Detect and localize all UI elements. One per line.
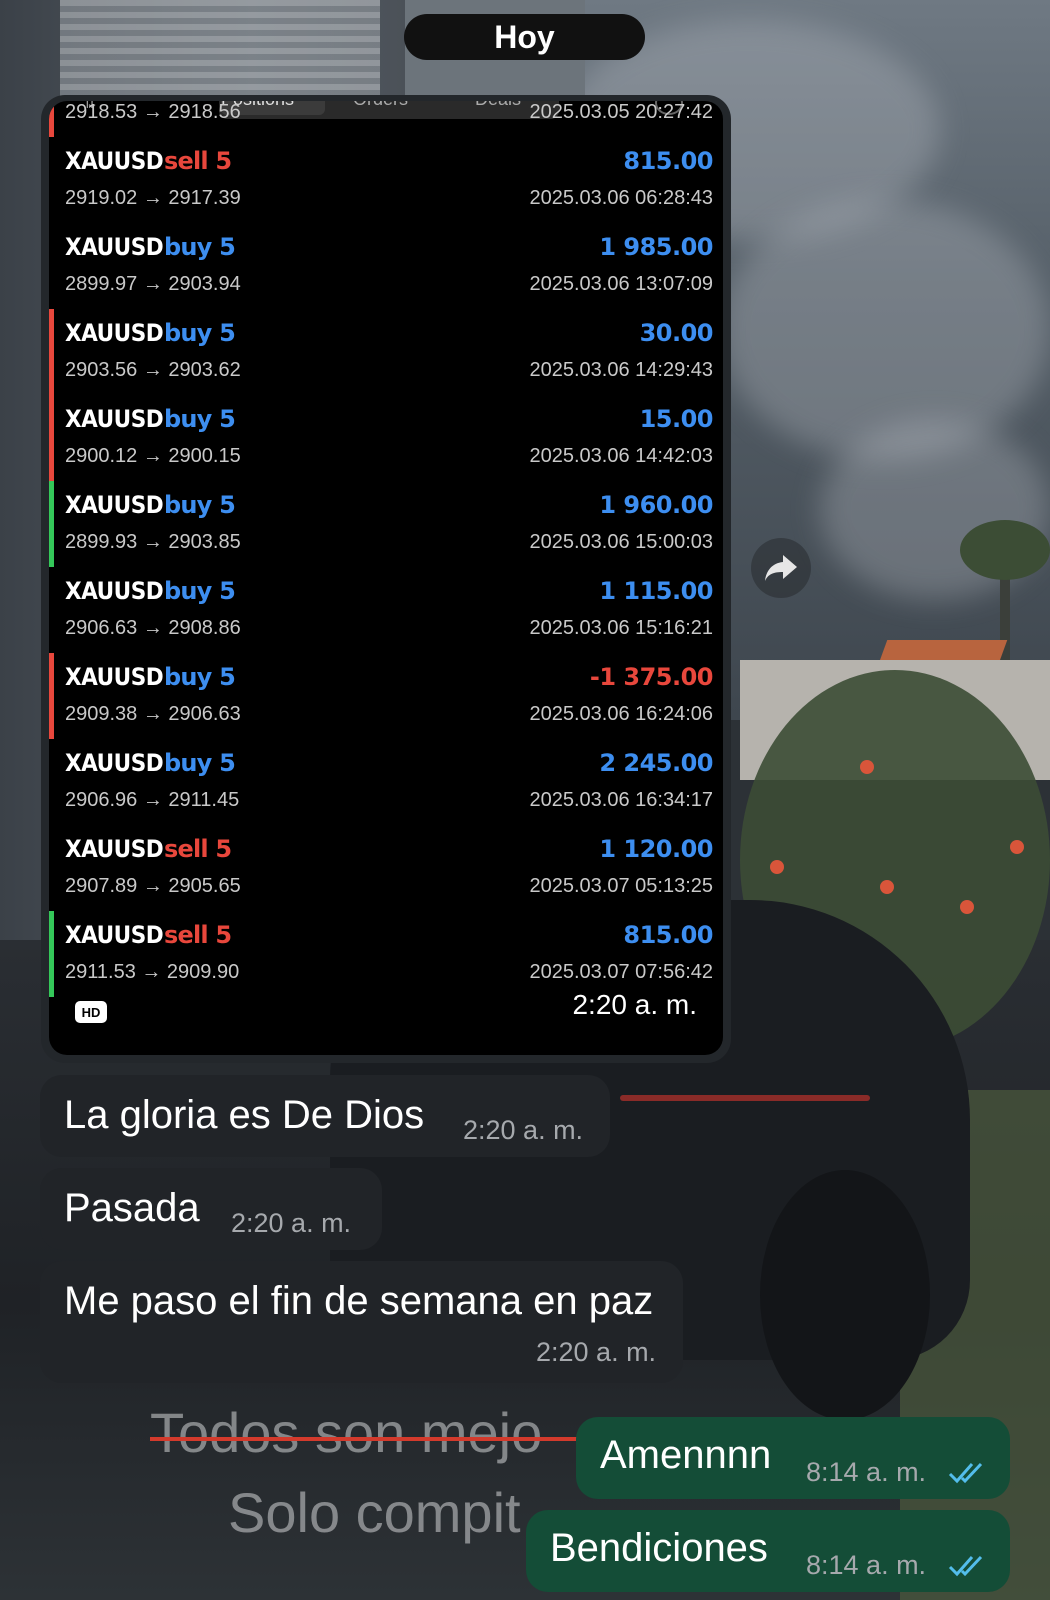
- trade-profit: 815.00: [623, 147, 713, 175]
- trade-prices: 2906.63 → 2908.86: [65, 617, 241, 639]
- wallpaper-text-line1: Todos son mejo: [150, 1401, 543, 1464]
- trade-symbol: XAUUSD: [65, 405, 164, 433]
- trade-prices: 2903.56 → 2903.62: [65, 359, 241, 381]
- trade-time: 2025.03.06 15:00:03: [529, 531, 713, 553]
- trade-row: XAUUSD sell 5 2907.89 → 2905.65 1 120.00 202…: [49, 825, 723, 911]
- trade-time: 2025.03.06 14:29:43: [529, 359, 713, 381]
- trade-side: buy 5: [164, 663, 236, 691]
- message-bubble[interactable]: Me paso el fin de semana en paz 2:20 a. …: [40, 1261, 683, 1383]
- trade-time: 2025.03.06 14:42:03: [529, 445, 713, 467]
- wallpaper-text-line2: Solo compit: [228, 1481, 521, 1544]
- message-time: 2:20 a. m.: [536, 1337, 657, 1367]
- image-message[interactable]: ⇅ Positions Orders Deals 2918.53 → 2918.…: [41, 95, 731, 1063]
- message-timestamp: 2:20 a. m.: [572, 989, 697, 1020]
- trade-prices: 2919.02 → 2917.39: [65, 187, 241, 209]
- trade-symbol: XAUUSD: [65, 835, 164, 863]
- trade-row: XAUUSD buy 5 2903.56 → 2903.62 30.00 2025.03…: [49, 309, 723, 395]
- trade-status-bar: [49, 911, 54, 997]
- trade-time: 2025.03.06 16:34:17: [529, 789, 713, 811]
- trade-symbol: XAUUSD: [65, 577, 164, 605]
- trade-side: buy 5: [164, 405, 236, 433]
- trade-time: 2025.03.06 15:16:21: [529, 617, 713, 639]
- message-text: Amennnn: [600, 1433, 772, 1477]
- trade-row: XAUUSD buy 5 2899.97 → 2903.94 1 985.00 2025…: [49, 223, 723, 309]
- trade-profit: 1 985.00: [599, 233, 713, 261]
- trade-history-screenshot[interactable]: ⇅ Positions Orders Deals 2918.53 → 2918.…: [49, 101, 723, 1055]
- trade-row: XAUUSD buy 5 2900.12 → 2900.15 15.00 2025.03…: [49, 395, 723, 481]
- trade-time: 2025.03.06 13:07:09: [529, 273, 713, 295]
- message-time: 2:20 a. m.: [463, 1115, 584, 1145]
- trade-side: buy 5: [164, 319, 236, 347]
- forward-button[interactable]: [751, 538, 811, 598]
- double-check-icon: [948, 1462, 983, 1484]
- wallpaper-strikethrough: [150, 1437, 580, 1441]
- date-divider: Hoy: [404, 14, 645, 60]
- trade-symbol: XAUUSD: [65, 147, 164, 175]
- trade-row: XAUUSD buy 5 2899.93 → 2903.85 1 960.00 2025…: [49, 481, 723, 567]
- trade-prices: 2911.53 → 2909.90: [65, 961, 240, 983]
- trade-row: XAUUSD buy 5 2906.96 → 2911.45 2 245.00 2025…: [49, 739, 723, 825]
- trade-status-bar: [49, 653, 54, 739]
- trade-time: 2025.03.07 07:56:42: [529, 961, 713, 983]
- trade-symbol: XAUUSD: [65, 491, 164, 519]
- trade-profit: 2 245.00: [599, 749, 713, 777]
- trade-profit: 1 115.00: [599, 577, 713, 605]
- message-time: 8:14 a. m.: [806, 1550, 927, 1580]
- trade-status-bar: [49, 309, 54, 395]
- trade-side: buy 5: [164, 577, 236, 605]
- trade-time: 2025.03.06 16:24:06: [529, 703, 713, 725]
- trade-side: sell 5: [164, 921, 232, 949]
- message-time: 2:20 a. m.: [231, 1208, 352, 1238]
- trade-prices: 2899.97 → 2903.94: [65, 273, 241, 295]
- message-bubble-outgoing[interactable]: Amennnn 8:14 a. m.: [576, 1417, 1010, 1499]
- trade-time: 2025.03.05 20:27:42: [529, 101, 713, 123]
- trade-side: sell 5: [164, 147, 232, 175]
- hd-badge: HD: [75, 1001, 107, 1023]
- trade-status-bar: [49, 481, 54, 567]
- message-bubble[interactable]: Pasada 2:20 a. m.: [40, 1168, 382, 1250]
- trade-time: 2025.03.06 06:28:43: [529, 187, 713, 209]
- message-time: 8:14 a. m.: [806, 1457, 927, 1487]
- trade-profit: 15.00: [639, 405, 714, 433]
- trade-side: sell 5: [164, 835, 232, 863]
- trade-prices: 2909.38 → 2906.63: [65, 703, 241, 725]
- trade-profit: 1 120.00: [599, 835, 713, 863]
- trade-status-bar: [49, 395, 54, 481]
- trade-side: buy 5: [164, 491, 236, 519]
- trade-prices: 2918.53 → 2918.56: [65, 101, 241, 123]
- trade-symbol: XAUUSD: [65, 233, 164, 261]
- forward-arrow-icon: [765, 555, 797, 581]
- trade-side: buy 5: [164, 233, 236, 261]
- trade-profit: 815.00: [623, 921, 713, 949]
- trade-symbol: XAUUSD: [65, 319, 164, 347]
- trade-row: XAUUSD buy 5 2909.38 → 2906.63 -1 375.00 202…: [49, 653, 723, 739]
- trade-symbol: XAUUSD: [65, 663, 164, 691]
- trade-prices: 2907.89 → 2905.65: [65, 875, 241, 897]
- trade-row: XAUUSD sell 5 2919.02 → 2917.39 815.00 2025.…: [49, 137, 723, 223]
- message-text: La gloria es De Dios: [64, 1093, 425, 1137]
- trade-symbol: XAUUSD: [65, 921, 164, 949]
- message-text: Bendiciones: [550, 1526, 768, 1570]
- message-text: Me paso el fin de semana en paz: [64, 1279, 654, 1323]
- message-text: Pasada: [64, 1186, 200, 1230]
- trade-time: 2025.03.07 05:13:25: [529, 875, 713, 897]
- double-check-icon: [948, 1555, 983, 1577]
- trade-profit: 1 960.00: [599, 491, 713, 519]
- trade-prices: 2899.93 → 2903.85: [65, 531, 241, 553]
- trade-row: XAUUSD sell 5 2911.53 → 2909.90 815.00 2025.…: [49, 911, 723, 997]
- trade-row-partial: 2918.53 → 2918.56 2025.03.05 20:27:42: [49, 101, 723, 137]
- trade-profit: -1 375.00: [589, 663, 714, 691]
- trade-prices: 2906.96 → 2911.45: [65, 789, 240, 811]
- trade-side: buy 5: [164, 749, 236, 777]
- trade-symbol: XAUUSD: [65, 749, 164, 777]
- message-bubble[interactable]: La gloria es De Dios 2:20 a. m.: [40, 1075, 610, 1157]
- trade-row: XAUUSD buy 5 2906.63 → 2908.86 1 115.00 2025…: [49, 567, 723, 653]
- message-bubble-outgoing[interactable]: Bendiciones 8:14 a. m.: [526, 1510, 1010, 1592]
- trade-profit: 30.00: [639, 319, 714, 347]
- trade-prices: 2900.12 → 2900.15: [65, 445, 241, 467]
